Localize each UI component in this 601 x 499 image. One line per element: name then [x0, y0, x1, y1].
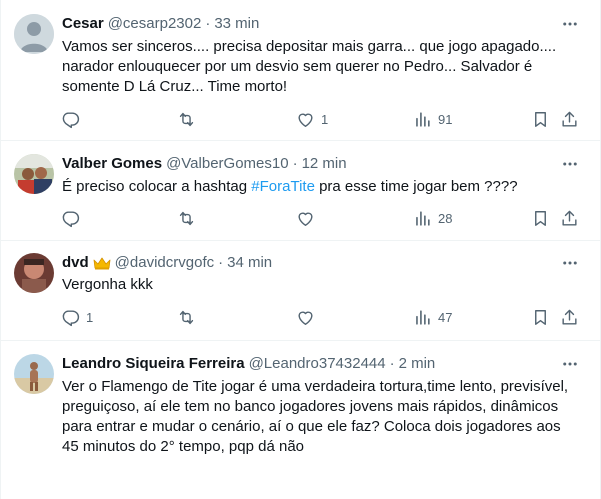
share-button[interactable] — [560, 206, 579, 230]
bookmark-button[interactable] — [531, 107, 550, 131]
tweet-text-start: É preciso colocar a hashtag — [62, 178, 252, 195]
views-icon — [416, 111, 430, 127]
action-bar: 1 47 — [53, 305, 587, 329]
retweet-icon — [179, 310, 194, 324]
more-icon[interactable] — [560, 253, 580, 273]
tweet-header: Leandro Siqueira Ferreira @Leandro374324… — [62, 354, 560, 374]
author-name[interactable]: Cesar — [62, 14, 104, 34]
hashtag-link[interactable]: #ForaTite — [251, 178, 315, 195]
tweet-text-end: pra esse time jogar bem ???? — [314, 178, 518, 195]
more-icon[interactable] — [560, 354, 580, 374]
tweet-valber[interactable]: Valber Gomes @ValberGomes10 · 12 min É p… — [1, 141, 600, 241]
reply-icon — [62, 111, 80, 128]
bookmark-button[interactable] — [531, 206, 550, 230]
tweet-header: dvd @davidcrvgofc · 34 min — [62, 253, 560, 273]
separator-dot: · — [205, 15, 211, 32]
reply-button[interactable]: 1 — [61, 305, 93, 329]
reply-feed: Cesar @cesarp2302 · 33 min Vamos ser sin… — [0, 0, 601, 499]
reply-icon — [62, 210, 80, 227]
views-button[interactable]: 28 — [413, 206, 452, 230]
author-name[interactable]: dvd — [62, 253, 89, 273]
views-count: 91 — [438, 111, 453, 127]
views-icon — [416, 309, 430, 325]
tweet-header: Valber Gomes @ValberGomes10 · 12 min — [62, 154, 560, 174]
like-button[interactable] — [296, 206, 321, 230]
views-button[interactable]: 47 — [413, 305, 452, 329]
retweet-icon — [179, 211, 194, 225]
tweet-text: Ver o Flamengo de Tite jogar é uma verda… — [62, 378, 569, 455]
more-icon[interactable] — [560, 14, 580, 34]
like-button[interactable] — [296, 305, 321, 329]
bookmark-icon — [535, 309, 546, 325]
like-button[interactable]: 1 — [296, 107, 328, 131]
retweet-button[interactable] — [177, 305, 202, 329]
action-bar: 1 91 — [53, 107, 587, 131]
tweet-text: Vergonha kkk — [62, 276, 153, 293]
bookmark-icon — [535, 210, 546, 226]
timestamp[interactable]: 34 min — [227, 253, 272, 273]
like-count: 1 — [321, 111, 329, 127]
reply-icon — [62, 309, 80, 326]
retweet-button[interactable] — [177, 206, 202, 230]
author-handle[interactable]: @cesarp2302 — [108, 14, 202, 34]
author-handle[interactable]: @ValberGomes10 — [166, 154, 289, 174]
share-button[interactable] — [560, 107, 579, 131]
separator-dot: · — [218, 254, 224, 271]
views-count: 47 — [438, 309, 453, 325]
avatar[interactable] — [14, 154, 54, 194]
views-button[interactable]: 91 — [413, 107, 452, 131]
like-icon — [298, 311, 313, 325]
share-icon — [562, 309, 577, 325]
separator-dot: · — [292, 155, 298, 172]
tweet-header: Cesar @cesarp2302 · 33 min — [62, 14, 560, 34]
more-icon[interactable] — [560, 154, 580, 174]
share-button[interactable] — [560, 305, 579, 329]
avatar[interactable] — [14, 253, 54, 293]
author-name[interactable]: Leandro Siqueira Ferreira — [62, 354, 245, 374]
like-icon — [298, 212, 313, 226]
views-icon — [416, 210, 430, 226]
reply-button[interactable] — [61, 107, 86, 131]
tweet-text: Vamos ser sinceros.... precisa depositar… — [62, 38, 557, 95]
tweet-leandro[interactable]: Leandro Siqueira Ferreira @Leandro374324… — [1, 341, 600, 499]
author-handle[interactable]: @Leandro37432444 — [249, 354, 386, 374]
timestamp[interactable]: 33 min — [214, 14, 259, 34]
author-handle[interactable]: @davidcrvgofc — [115, 253, 214, 273]
tweet-cesar[interactable]: Cesar @cesarp2302 · 33 min Vamos ser sin… — [1, 0, 600, 141]
tweet-text: É preciso colocar a hashtag #ForaTite pr… — [62, 177, 580, 197]
avatar[interactable] — [14, 354, 54, 394]
views-count: 28 — [438, 210, 453, 226]
timestamp[interactable]: 2 min — [399, 354, 436, 374]
reply-button[interactable] — [61, 206, 86, 230]
tweet-dvd[interactable]: dvd @davidcrvgofc · 34 min Vergonha kkk … — [1, 241, 600, 341]
share-icon — [562, 111, 577, 127]
avatar[interactable] — [14, 14, 54, 54]
crown-badge-icon — [93, 257, 111, 270]
reply-count: 1 — [86, 309, 94, 325]
bookmark-button[interactable] — [531, 305, 550, 329]
retweet-icon — [179, 112, 194, 126]
share-icon — [562, 210, 577, 226]
like-icon — [298, 113, 313, 127]
retweet-button[interactable] — [177, 107, 202, 131]
author-name[interactable]: Valber Gomes — [62, 154, 162, 174]
action-bar: 28 — [53, 206, 587, 230]
timestamp[interactable]: 12 min — [302, 154, 347, 174]
separator-dot: · — [389, 355, 395, 372]
bookmark-icon — [535, 111, 546, 127]
